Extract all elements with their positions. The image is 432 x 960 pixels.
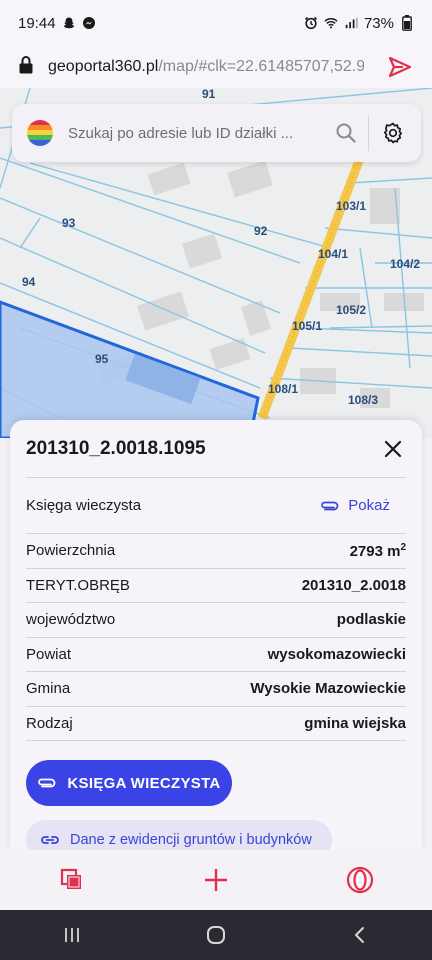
add-button[interactable] bbox=[196, 860, 236, 900]
gear-icon bbox=[383, 122, 403, 144]
signal-icon bbox=[344, 16, 358, 30]
land-register-row: Księga wieczysta Pokaż bbox=[26, 478, 406, 534]
recent-apps-icon bbox=[65, 928, 79, 942]
info-label: Rodzaj bbox=[26, 714, 73, 732]
cadastre-data-button[interactable]: Dane z ewidencji gruntów i budynków bbox=[26, 820, 332, 850]
parcel-label-93: 93 bbox=[62, 216, 76, 230]
paperclip-icon bbox=[321, 501, 339, 510]
browser-menu-button[interactable] bbox=[340, 860, 380, 900]
info-value: 2793 m2 bbox=[350, 542, 406, 560]
area-unit-exponent: 2 bbox=[400, 541, 406, 553]
settings-button[interactable] bbox=[379, 119, 407, 147]
link-icon bbox=[41, 836, 59, 844]
paperclip-icon bbox=[38, 778, 56, 788]
battery-level: 73% bbox=[363, 14, 394, 32]
close-icon bbox=[384, 440, 402, 457]
status-bar: 19:44 73% bbox=[0, 0, 432, 46]
area-value: 2793 m bbox=[349, 542, 401, 560]
send-icon bbox=[388, 56, 412, 78]
opera-icon bbox=[346, 866, 374, 894]
info-row-type: Rodzaj gmina wiejska bbox=[26, 707, 406, 741]
land-register-button-label: KSIĘGA WIECZYSTA bbox=[67, 774, 221, 792]
url-path: /map/#clk=22.61485707,52.949 bbox=[158, 58, 364, 75]
home-icon bbox=[207, 926, 225, 944]
land-register-button[interactable]: KSIĘGA WIECZYSTA bbox=[26, 760, 232, 806]
app-toolbar bbox=[0, 850, 432, 910]
parcel-label-91: 91 bbox=[202, 88, 216, 101]
parcel-id-title: 201310_2.0018.1095 bbox=[26, 437, 206, 459]
info-label: Powiat bbox=[26, 645, 72, 663]
land-register-label: Księga wieczysta bbox=[26, 497, 142, 514]
messenger-icon bbox=[82, 16, 96, 30]
info-value: podlaskie bbox=[336, 611, 406, 629]
info-value: gmina wiejska bbox=[304, 714, 406, 732]
url-text[interactable]: geoportal360.pl/map/#clk=22.61485707,52.… bbox=[48, 58, 364, 76]
sheet-header: 201310_2.0018.1095 bbox=[26, 420, 406, 478]
info-row-municipality: Gmina Wysokie Mazowieckie bbox=[26, 672, 406, 707]
back-icon bbox=[355, 927, 364, 943]
search-icon bbox=[336, 123, 356, 143]
parcel-label-104-2: 104/2 bbox=[390, 257, 420, 271]
show-land-register-link[interactable]: Pokaż bbox=[320, 497, 406, 514]
show-link-label: Pokaż bbox=[348, 497, 390, 514]
parcel-label-92: 92 bbox=[254, 224, 268, 238]
info-label: TERYT.OBRĘB bbox=[26, 576, 130, 594]
parcel-label-108-1: 108/1 bbox=[268, 382, 298, 396]
wifi-icon bbox=[324, 16, 338, 30]
app-logo-icon[interactable] bbox=[26, 119, 54, 147]
parcel-label-94: 94 bbox=[22, 275, 36, 289]
search-input[interactable] bbox=[68, 124, 318, 142]
alarm-icon bbox=[304, 16, 318, 30]
battery-icon bbox=[400, 15, 414, 31]
info-row-county: Powiat wysokomazowiecki bbox=[26, 638, 406, 672]
back-button[interactable] bbox=[340, 915, 380, 955]
parcel-label-105-2: 105/2 bbox=[336, 303, 366, 317]
browser-url-bar[interactable]: geoportal360.pl/map/#clk=22.61485707,52.… bbox=[0, 46, 432, 88]
info-row-voivodeship: województwo podlaskie bbox=[26, 603, 406, 638]
status-time: 19:44 bbox=[18, 14, 56, 32]
info-value: Wysokie Mazowieckie bbox=[250, 680, 406, 698]
search-bar bbox=[12, 104, 421, 162]
url-host: geoportal360.pl bbox=[48, 58, 159, 75]
snapchat-icon bbox=[62, 16, 76, 30]
send-button[interactable] bbox=[386, 53, 414, 81]
parcel-label-108-3: 108/3 bbox=[348, 393, 378, 407]
lock-icon bbox=[18, 55, 34, 80]
info-label: Powierzchnia bbox=[26, 542, 116, 560]
layers-button[interactable] bbox=[52, 860, 92, 900]
layers-icon bbox=[60, 868, 81, 889]
system-nav-bar bbox=[0, 910, 432, 960]
recent-apps-button[interactable] bbox=[52, 915, 92, 955]
parcel-details-sheet: 201310_2.0018.1095 Księga wieczysta Poka… bbox=[10, 420, 422, 850]
home-button[interactable] bbox=[196, 915, 236, 955]
parcel-label-104-1: 104/1 bbox=[318, 247, 348, 261]
info-row-area: Powierzchnia 2793 m2 bbox=[26, 534, 406, 569]
info-value: wysokomazowiecki bbox=[267, 645, 406, 663]
info-label: województwo bbox=[26, 611, 116, 629]
parcel-label-105-1: 105/1 bbox=[292, 319, 322, 333]
search-divider bbox=[368, 115, 369, 151]
cadastre-data-label: Dane z ewidencji gruntów i budynków bbox=[70, 832, 312, 848]
parcel-label-95: 95 bbox=[95, 352, 109, 366]
info-value: 201310_2.0018 bbox=[301, 576, 406, 594]
info-label: Gmina bbox=[26, 680, 71, 698]
info-row-teryt: TERYT.OBRĘB 201310_2.0018 bbox=[26, 569, 406, 603]
close-button[interactable] bbox=[380, 436, 406, 462]
parcel-label-103-1: 103/1 bbox=[336, 199, 366, 213]
plus-icon bbox=[205, 869, 227, 891]
search-button[interactable] bbox=[332, 119, 360, 147]
